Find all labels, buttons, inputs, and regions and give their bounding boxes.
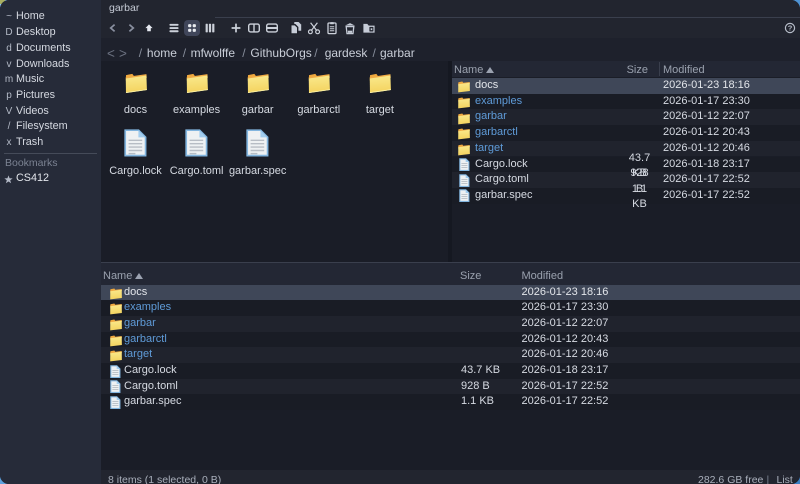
svg-text:?: ? [787, 23, 792, 32]
